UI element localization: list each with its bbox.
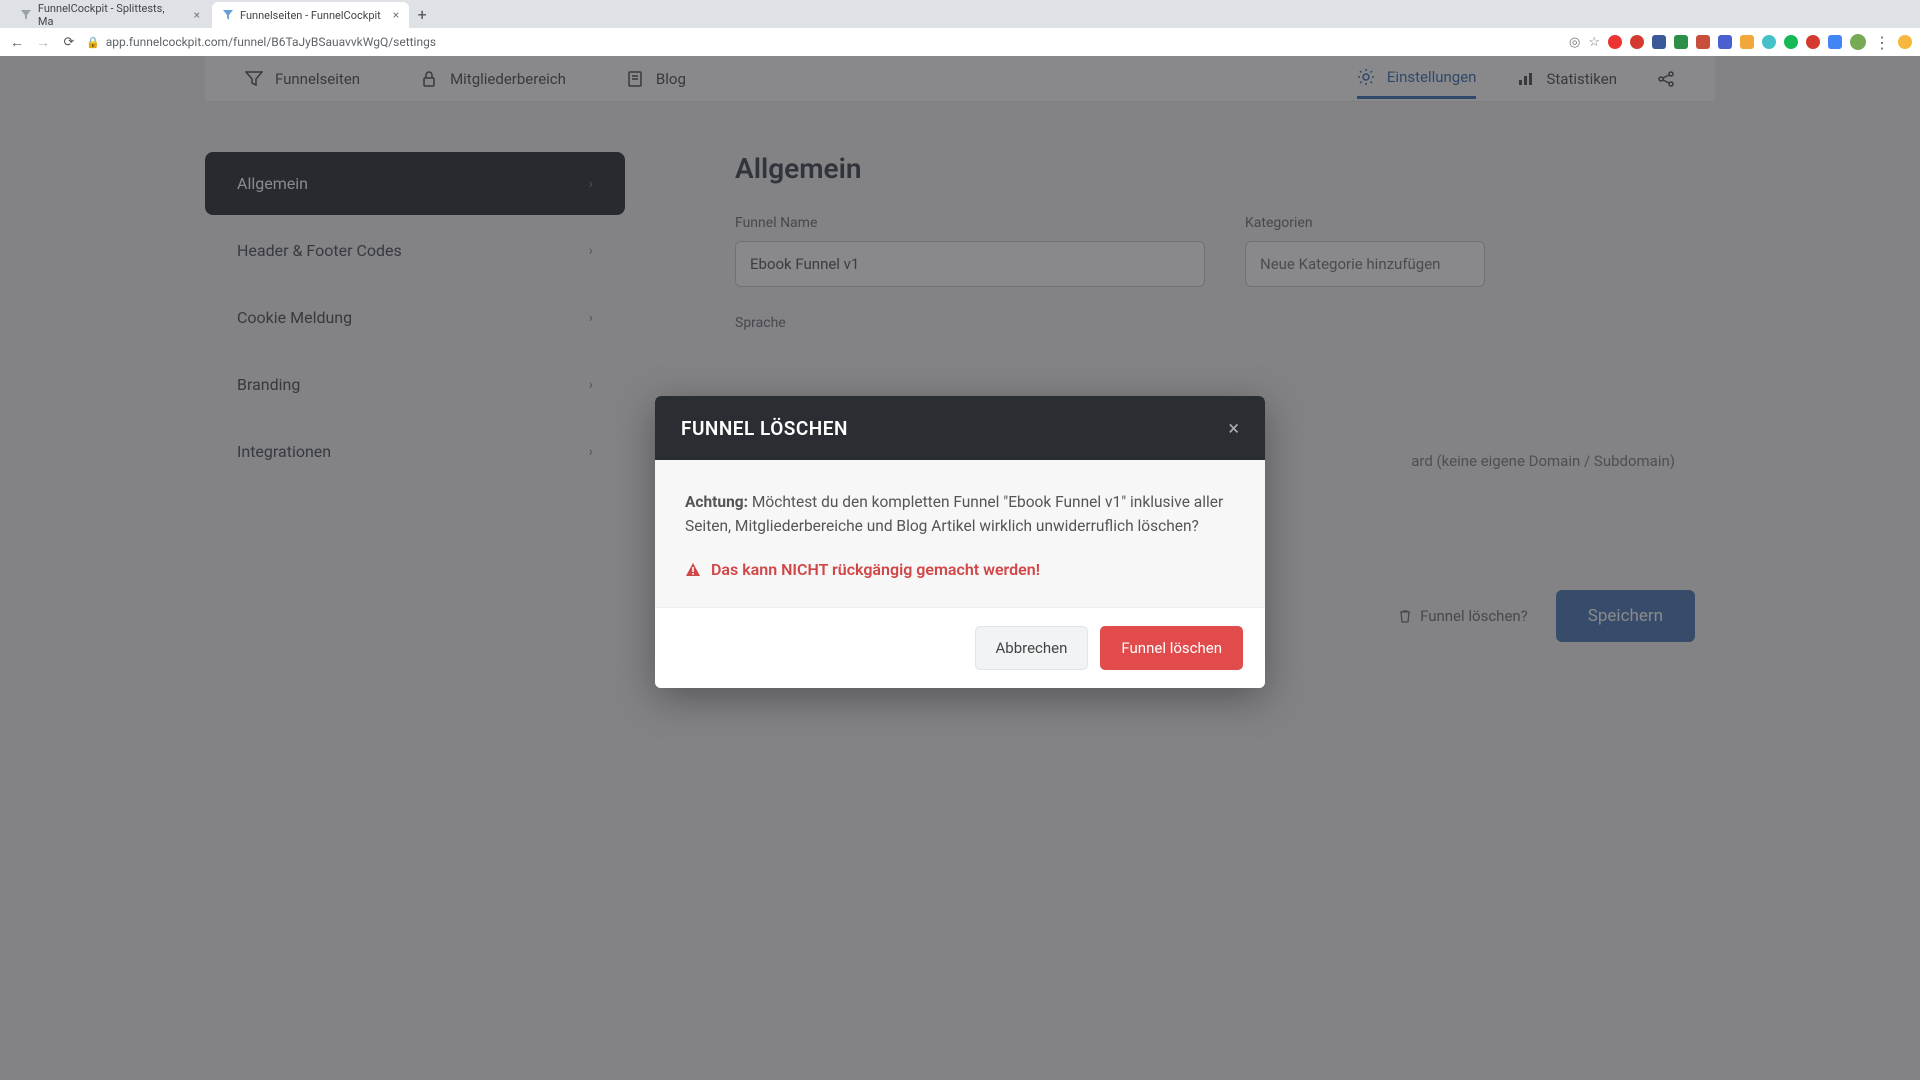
extension-icon[interactable] bbox=[1696, 35, 1710, 49]
extension-icon[interactable] bbox=[1762, 35, 1776, 49]
extension-tray: ◎ ☆ ⋮ bbox=[1569, 33, 1912, 52]
extension-icon[interactable] bbox=[1608, 35, 1622, 49]
lock-icon: 🔒 bbox=[86, 36, 100, 49]
extension-icon[interactable] bbox=[1784, 35, 1798, 49]
favicon-icon bbox=[222, 9, 234, 21]
modal-backdrop: FUNNEL LÖSCHEN × Achtung: Möchtest du de… bbox=[0, 56, 1920, 1080]
extension-icon[interactable] bbox=[1740, 35, 1754, 49]
star-icon[interactable]: ☆ bbox=[1588, 35, 1600, 50]
extension-icon[interactable] bbox=[1828, 35, 1842, 49]
new-tab-button[interactable]: + bbox=[411, 2, 433, 28]
modal-footer: Abbrechen Funnel löschen bbox=[655, 607, 1265, 688]
extension-icon[interactable] bbox=[1718, 35, 1732, 49]
back-button[interactable]: ← bbox=[8, 34, 26, 51]
close-icon[interactable]: × bbox=[194, 8, 200, 22]
confirm-delete-button[interactable]: Funnel löschen bbox=[1100, 626, 1243, 670]
modal-body: Achtung: Möchtest du den kompletten Funn… bbox=[655, 460, 1265, 607]
cancel-button[interactable]: Abbrechen bbox=[975, 626, 1089, 670]
reload-button[interactable]: ⟳ bbox=[60, 35, 78, 50]
close-icon[interactable]: × bbox=[1228, 416, 1239, 440]
warning-line: Das kann NICHT rückgängig gemacht werden… bbox=[685, 558, 1235, 583]
close-icon[interactable]: × bbox=[393, 8, 399, 22]
favicon-icon bbox=[20, 9, 32, 21]
delete-funnel-modal: FUNNEL LÖSCHEN × Achtung: Möchtest du de… bbox=[655, 396, 1265, 688]
warning-icon bbox=[685, 562, 701, 578]
modal-body-text: Möchtest du den kompletten Funnel "Ebook… bbox=[685, 493, 1223, 535]
address-bar[interactable]: 🔒 app.funnelcockpit.com/funnel/B6TaJyBSa… bbox=[86, 35, 436, 49]
tab-strip: FunnelCockpit - Splittests, Ma × Funnels… bbox=[0, 0, 1920, 28]
forward-button[interactable]: → bbox=[34, 34, 52, 51]
extension-icon[interactable] bbox=[1630, 35, 1644, 49]
warning-text: Das kann NICHT rückgängig gemacht werden… bbox=[711, 558, 1040, 583]
avatar-icon[interactable] bbox=[1850, 34, 1866, 50]
modal-header: FUNNEL LÖSCHEN × bbox=[655, 396, 1265, 460]
menu-icon[interactable]: ⋮ bbox=[1874, 33, 1890, 52]
extension-icon[interactable] bbox=[1674, 35, 1688, 49]
browser-nav-row: ← → ⟳ 🔒 app.funnelcockpit.com/funnel/B6T… bbox=[0, 28, 1920, 56]
extension-icon[interactable]: ◎ bbox=[1569, 35, 1580, 50]
browser-tab[interactable]: FunnelCockpit - Splittests, Ma × bbox=[10, 2, 210, 28]
tab-title: Funnelseiten - FunnelCockpit bbox=[240, 9, 381, 22]
modal-title: FUNNEL LÖSCHEN bbox=[681, 417, 848, 440]
extension-icon[interactable] bbox=[1898, 35, 1912, 49]
extension-icon[interactable] bbox=[1806, 35, 1820, 49]
browser-tab-active[interactable]: Funnelseiten - FunnelCockpit × bbox=[212, 2, 409, 28]
attention-label: Achtung: bbox=[685, 493, 748, 511]
browser-chrome: FunnelCockpit - Splittests, Ma × Funnels… bbox=[0, 0, 1920, 56]
extension-icon[interactable] bbox=[1652, 35, 1666, 49]
url-text: app.funnelcockpit.com/funnel/B6TaJyBSaua… bbox=[106, 35, 436, 49]
tab-title: FunnelCockpit - Splittests, Ma bbox=[38, 2, 182, 28]
